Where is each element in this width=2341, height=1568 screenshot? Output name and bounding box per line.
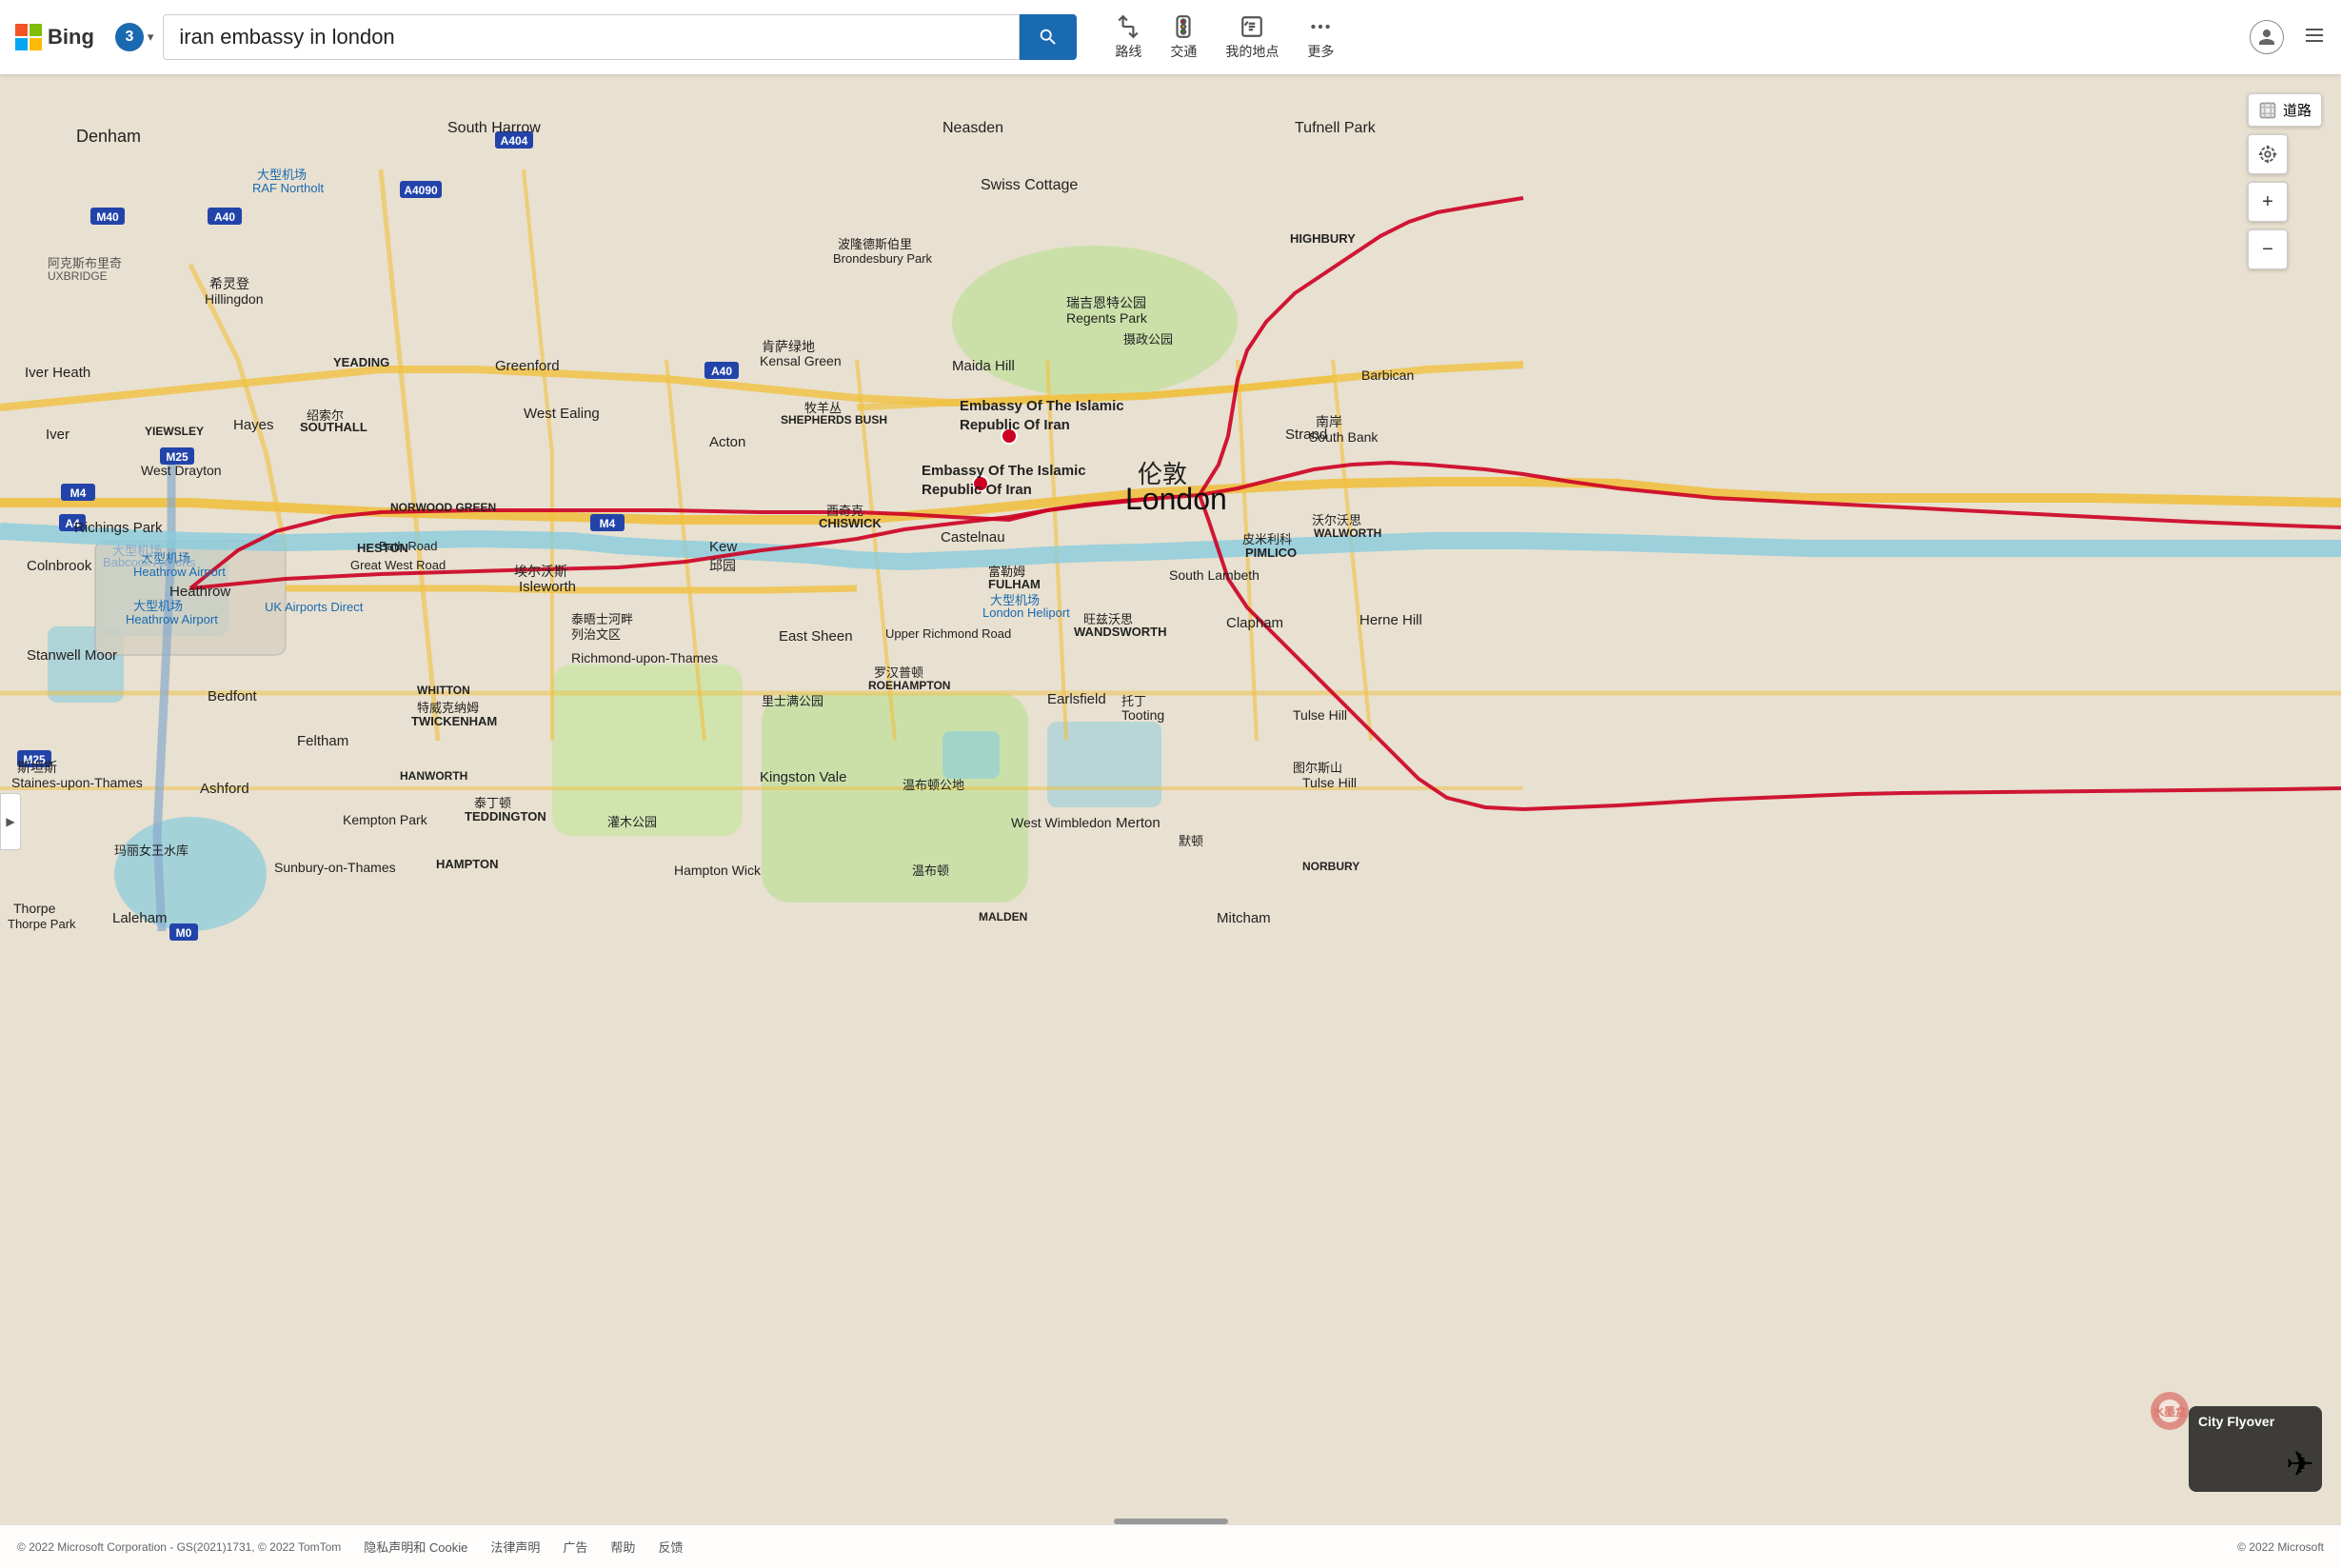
tab-badge[interactable]: 3 (115, 23, 144, 51)
locate-button[interactable] (2248, 134, 2288, 174)
search-query-text: iran embassy in london (179, 25, 394, 50)
road-toggle-label: 道路 (2283, 100, 2311, 120)
search-button[interactable] (1020, 14, 1077, 60)
zoom-in-button[interactable]: + (2248, 182, 2288, 222)
map-controls: 道路 + − (2248, 93, 2322, 269)
svg-text:A40: A40 (711, 365, 732, 378)
watermark: 水墨盒 (2141, 1387, 2217, 1439)
search-input[interactable]: iran embassy in london (163, 14, 1020, 60)
svg-text:水墨盒: 水墨盒 (2153, 1404, 2188, 1419)
bing-brand-text: Bing (48, 25, 94, 50)
svg-text:M25: M25 (166, 450, 188, 464)
menu-icon[interactable] (2303, 24, 2326, 51)
svg-text:A40: A40 (214, 210, 235, 224)
more-tool[interactable]: 更多 (1307, 14, 1334, 61)
header-right (2250, 20, 2326, 54)
svg-text:M4: M4 (600, 517, 616, 530)
help-link[interactable]: 帮助 (610, 1538, 635, 1556)
ad-link[interactable]: 广告 (563, 1538, 587, 1556)
route-tool[interactable]: 路线 (1115, 14, 1141, 61)
tab-dropdown-icon[interactable]: ▾ (148, 30, 154, 45)
svg-text:M0: M0 (176, 926, 192, 940)
header: Bing 3 ▾ iran embassy in london 路线 交通 (0, 0, 2341, 74)
microsoft-logo: Bing (15, 24, 108, 50)
svg-text:A4: A4 (65, 517, 80, 530)
privacy-link[interactable]: 隐私声明和 Cookie (364, 1538, 467, 1556)
traffic-tool[interactable]: 交通 (1170, 14, 1197, 61)
svg-text:M40: M40 (96, 210, 119, 224)
flyover-plane-icon: ✈ (2286, 1444, 2314, 1484)
nav-tools: 路线 交通 我的地点 更多 (1115, 14, 1334, 61)
sidebar-collapse-button[interactable]: ▶ (0, 793, 21, 850)
legal-link[interactable]: 法律声明 (490, 1538, 540, 1556)
zoom-out-button[interactable]: − (2248, 229, 2288, 269)
svg-text:A404: A404 (501, 134, 528, 148)
myplaces-tool[interactable]: 我的地点 (1225, 14, 1279, 61)
svg-text:M4: M4 (70, 486, 87, 500)
feedback-link[interactable]: 反馈 (658, 1538, 683, 1556)
ms-copyright: © 2022 Microsoft (2237, 1540, 2324, 1554)
scroll-indicator[interactable] (1114, 1518, 1228, 1524)
ms-grid-icon (15, 24, 42, 50)
svg-text:M25: M25 (23, 753, 46, 766)
footer: © 2022 Microsoft Corporation - GS(2021)1… (0, 1524, 2341, 1568)
account-icon[interactable] (2250, 20, 2284, 54)
road-view-toggle[interactable]: 道路 (2248, 93, 2322, 127)
map-container[interactable]: M40 A4090 A40 A404 A40 M4 M4 A4 M25 M25 … (0, 74, 2341, 1568)
footer-copyright: © 2022 Microsoft Corporation - GS(2021)1… (17, 1540, 341, 1554)
svg-text:A4090: A4090 (404, 184, 438, 197)
